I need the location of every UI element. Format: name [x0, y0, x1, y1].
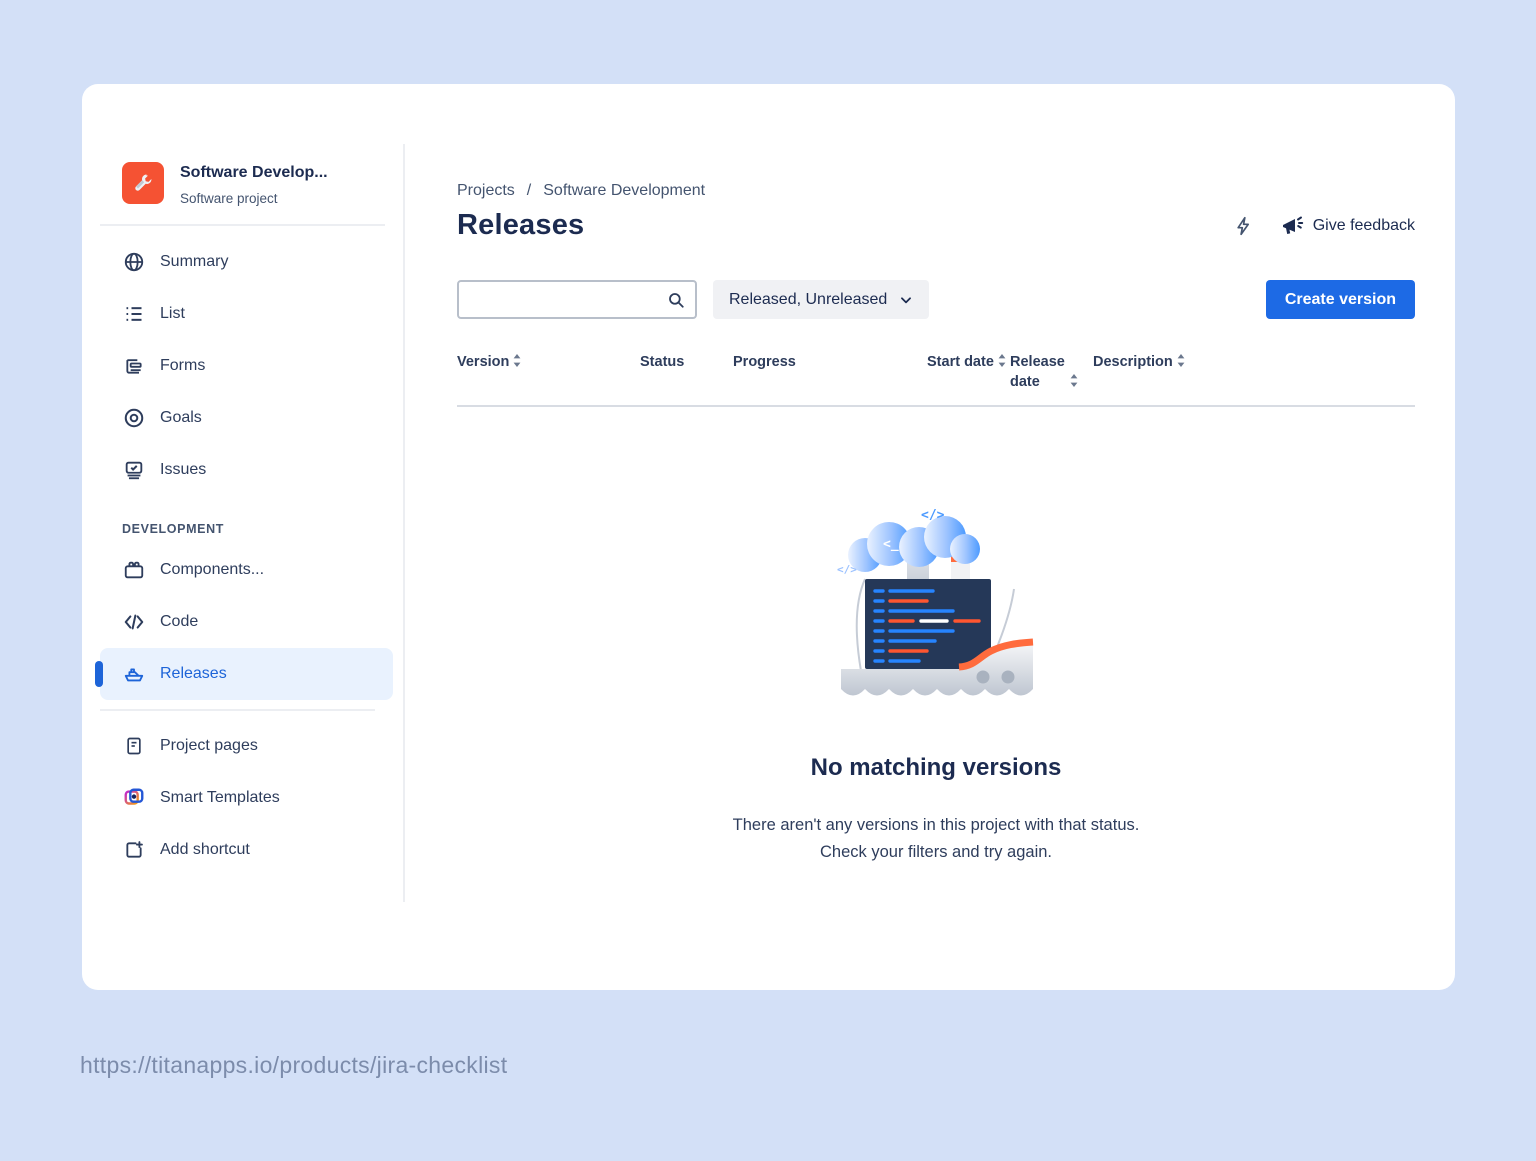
globe-icon — [122, 250, 146, 274]
status-filter-dropdown[interactable]: Released, Unreleased — [713, 280, 929, 319]
project-title-block: Software Develop... Software project — [180, 162, 328, 206]
sidebar-item-smart-templates[interactable]: Smart Templates — [120, 772, 393, 824]
issues-icon — [122, 458, 146, 482]
empty-state-message: There aren't any versions in this projec… — [457, 812, 1415, 866]
sort-icon — [1177, 354, 1185, 374]
forms-icon — [122, 354, 146, 378]
search-input[interactable] — [471, 291, 667, 308]
project-avatar — [122, 162, 164, 204]
sidebar-item-label: Goals — [160, 409, 202, 427]
sidebar-item-components[interactable]: Components... — [120, 544, 393, 596]
add-shortcut-icon — [122, 838, 146, 862]
search-box[interactable] — [457, 280, 697, 319]
breadcrumb-separator: / — [527, 182, 531, 200]
sidebar-item-label: Issues — [160, 461, 206, 479]
sidebar-nav-footer: Project pages Smart Templa — [120, 720, 405, 876]
column-header-start-date[interactable]: Start date — [927, 353, 1010, 393]
sidebar-item-list[interactable]: List — [120, 288, 393, 340]
sidebar-section-development: DEVELOPMENT — [122, 522, 405, 536]
automation-button[interactable] — [1234, 215, 1254, 237]
search-icon — [667, 291, 685, 309]
svg-text:</>: </> — [837, 563, 857, 576]
main-content: Projects / Software Development Releases — [405, 84, 1455, 990]
column-header-release-date[interactable]: Release date — [1010, 353, 1093, 393]
wrench-icon — [131, 171, 155, 195]
sidebar-item-label: Summary — [160, 253, 228, 271]
page-title: Releases — [457, 209, 584, 242]
toolbar: Released, Unreleased Create version — [457, 280, 1415, 319]
empty-state-title: No matching versions — [457, 754, 1415, 782]
smart-templates-icon — [122, 786, 146, 810]
project-header[interactable]: Software Develop... Software project — [120, 162, 405, 206]
give-feedback-button[interactable]: Give feedback — [1280, 214, 1415, 238]
sidebar-item-label: Add shortcut — [160, 841, 250, 859]
sidebar-item-goals[interactable]: Goals — [120, 392, 393, 444]
give-feedback-label: Give feedback — [1313, 217, 1415, 235]
svg-text:</>: </> — [921, 508, 945, 523]
url-caption: https://titanapps.io/products/jira-check… — [80, 1052, 507, 1079]
sidebar-item-label: Releases — [160, 665, 227, 683]
sidebar-item-project-pages[interactable]: Project pages — [120, 720, 393, 772]
list-icon — [122, 302, 146, 326]
sidebar: Software Develop... Software project Sum… — [82, 84, 405, 990]
sidebar-item-forms[interactable]: Forms — [120, 340, 393, 392]
sidebar-item-label: Components... — [160, 561, 264, 579]
svg-text:<_: <_ — [883, 537, 899, 552]
components-icon — [122, 558, 146, 582]
pages-icon — [122, 734, 146, 758]
column-header-progress: Progress — [733, 353, 927, 393]
chevron-down-icon — [899, 293, 913, 307]
app-window: Software Develop... Software project Sum… — [82, 84, 1455, 990]
column-header-version[interactable]: Version — [457, 353, 640, 393]
ship-illustration: </> <_ </> — [831, 499, 1041, 717]
sort-icon — [1070, 374, 1078, 394]
sidebar-item-issues[interactable]: Issues — [120, 444, 393, 496]
active-indicator — [95, 661, 103, 687]
goals-icon — [122, 406, 146, 430]
status-filter-value: Released, Unreleased — [729, 291, 887, 309]
ship-icon — [122, 662, 146, 686]
sidebar-nav-development: Components... Code Releases — [120, 544, 405, 700]
header-divider — [100, 224, 385, 226]
lightning-icon — [1234, 215, 1254, 237]
sidebar-item-label: List — [160, 305, 185, 323]
breadcrumb-software-development[interactable]: Software Development — [543, 182, 705, 200]
breadcrumb: Projects / Software Development — [457, 182, 1415, 200]
megaphone-icon — [1280, 214, 1304, 238]
sidebar-item-label: Smart Templates — [160, 789, 280, 807]
sidebar-nav: Summary List Forms — [120, 236, 405, 496]
sort-icon — [998, 354, 1006, 374]
column-header-description[interactable]: Description — [1093, 353, 1185, 393]
sidebar-item-summary[interactable]: Summary — [120, 236, 393, 288]
sidebar-item-releases[interactable]: Releases — [100, 648, 393, 700]
sidebar-item-code[interactable]: Code — [120, 596, 393, 648]
create-version-button[interactable]: Create version — [1266, 280, 1415, 319]
column-header-status: Status — [640, 353, 733, 393]
sidebar-item-add-shortcut[interactable]: Add shortcut — [120, 824, 393, 876]
code-icon — [122, 610, 146, 634]
project-name: Software Develop... — [180, 162, 328, 182]
sort-icon — [513, 354, 521, 374]
empty-state: </> <_ </> — [457, 499, 1415, 866]
sidebar-item-label: Code — [160, 613, 198, 631]
sidebar-group-divider — [100, 709, 375, 711]
project-type: Software project — [180, 191, 328, 206]
sidebar-item-label: Project pages — [160, 737, 258, 755]
sidebar-item-label: Forms — [160, 357, 205, 375]
breadcrumb-projects[interactable]: Projects — [457, 182, 515, 200]
versions-table-header: Version Status Progress Start date Relea… — [457, 353, 1415, 407]
